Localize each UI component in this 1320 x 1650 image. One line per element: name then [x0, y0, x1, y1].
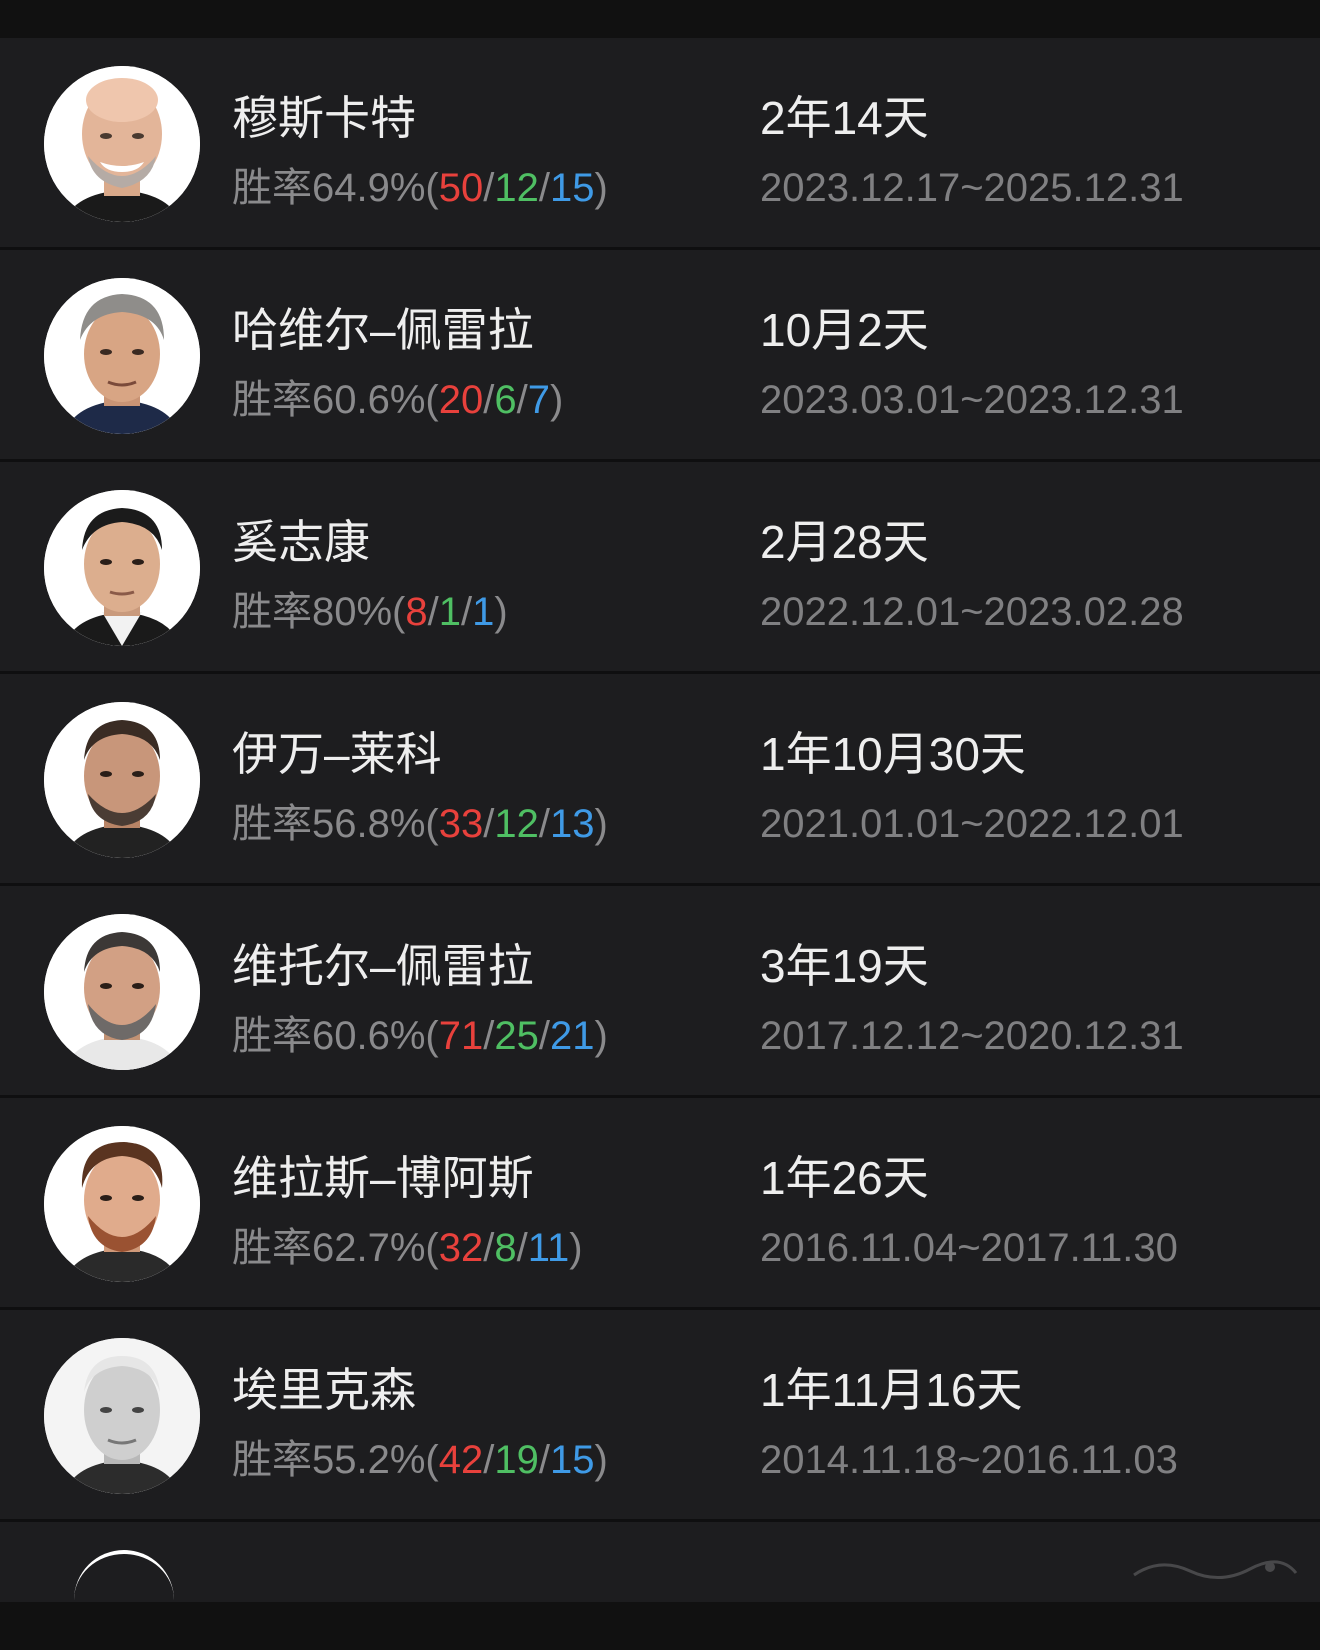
coach-portrait-bald-icon	[44, 66, 200, 222]
draws-count: 1	[438, 590, 462, 634]
coach-avatar	[44, 490, 200, 646]
losses-count: 7	[527, 378, 550, 422]
coach-win-rate: 胜率56.8%(33/12/13)	[232, 802, 608, 846]
coach-avatar-partial	[74, 1550, 174, 1650]
win-rate-close: )	[594, 1014, 608, 1058]
coach-row-partial[interactable]	[0, 1522, 1320, 1602]
draws-count: 25	[494, 1014, 539, 1058]
win-rate-label: 胜率64.9%(	[232, 166, 439, 210]
coach-avatar	[44, 1338, 200, 1494]
win-rate-close: )	[594, 1438, 608, 1482]
coach-name: 埃里克森	[232, 1364, 416, 1416]
coach-dates: 2023.12.17~2025.12.31	[760, 166, 1184, 210]
wins-count: 71	[438, 1014, 484, 1058]
wins-count: 50	[438, 166, 484, 210]
draws-count: 6	[494, 378, 517, 422]
coach-tenure: 3年19天	[760, 940, 929, 992]
coach-row[interactable]: 奚志康 胜率80%(8/1/1) 2月28天 2022.12.01~2023.0…	[0, 462, 1320, 674]
win-rate-close: )	[594, 166, 608, 210]
coach-name: 维拉斯–博阿斯	[232, 1152, 534, 1204]
coach-win-rate: 胜率60.6%(20/6/7)	[232, 378, 564, 422]
win-rate-close: )	[594, 802, 608, 846]
coach-dates: 2014.11.18~2016.11.03	[760, 1438, 1178, 1482]
coach-row[interactable]: 维托尔–佩雷拉 胜率60.6%(71/25/21) 3年19天 2017.12.…	[0, 886, 1320, 1098]
draws-count: 8	[494, 1226, 517, 1270]
losses-count: 21	[550, 1014, 595, 1058]
win-rate-label: 胜率56.8%(	[232, 802, 439, 846]
win-rate-label: 胜率60.6%(	[232, 1014, 439, 1058]
draws-count: 12	[494, 166, 539, 210]
coach-name: 奚志康	[232, 516, 370, 568]
win-rate-label: 胜率55.2%(	[232, 1438, 439, 1482]
coach-tenure: 10月2天	[760, 304, 929, 356]
wins-count: 8	[405, 590, 428, 634]
coach-win-rate: 胜率62.7%(32/8/11)	[232, 1226, 583, 1270]
coach-dates: 2021.01.01~2022.12.01	[760, 802, 1184, 846]
coach-win-rate: 胜率80%(8/1/1)	[232, 590, 508, 634]
coach-avatar	[44, 278, 200, 434]
coach-win-rate: 胜率64.9%(50/12/15)	[232, 166, 608, 210]
coach-portrait-red-beard-icon	[44, 1126, 200, 1282]
coach-name: 伊万–莱科	[232, 728, 442, 780]
coach-portrait-gray-beard-icon	[44, 914, 200, 1070]
losses-count: 1	[472, 590, 495, 634]
watermark-icon	[1133, 1560, 1298, 1580]
coach-tenure: 1年26天	[760, 1152, 929, 1204]
losses-count: 13	[550, 802, 595, 846]
draws-count: 12	[494, 802, 539, 846]
coach-avatar	[44, 66, 200, 222]
wins-count: 42	[438, 1438, 484, 1482]
wins-count: 32	[438, 1226, 484, 1270]
win-rate-close: )	[569, 1226, 583, 1270]
win-rate-label: 胜率62.7%(	[232, 1226, 439, 1270]
coach-portrait-grayscale-icon	[44, 1338, 200, 1494]
coach-row[interactable]: 维拉斯–博阿斯 胜率62.7%(32/8/11) 1年26天 2016.11.0…	[0, 1098, 1320, 1310]
coach-row[interactable]: 哈维尔–佩雷拉 胜率60.6%(20/6/7) 10月2天 2023.03.01…	[0, 250, 1320, 462]
coach-portrait-beard-icon	[44, 702, 200, 858]
coach-tenure: 1年10月30天	[760, 728, 1026, 780]
coach-row[interactable]: 穆斯卡特 胜率64.9%(50/12/15) 2年14天 2023.12.17~…	[0, 38, 1320, 250]
draws-count: 19	[494, 1438, 539, 1482]
coach-list: 穆斯卡特 胜率64.9%(50/12/15) 2年14天 2023.12.17~…	[0, 38, 1320, 1602]
coach-row[interactable]: 埃里克森 胜率55.2%(42/19/15) 1年11月16天 2014.11.…	[0, 1310, 1320, 1522]
coach-dates: 2023.03.01~2023.12.31	[760, 378, 1184, 422]
coach-tenure: 2年14天	[760, 92, 929, 144]
losses-count: 11	[527, 1226, 570, 1270]
win-rate-label: 胜率80%(	[232, 590, 406, 634]
coach-dates: 2017.12.12~2020.12.31	[760, 1014, 1184, 1058]
losses-count: 15	[550, 166, 595, 210]
losses-count: 15	[550, 1438, 595, 1482]
coach-dates: 2022.12.01~2023.02.28	[760, 590, 1184, 634]
coach-name: 维托尔–佩雷拉	[232, 940, 534, 992]
coach-name: 哈维尔–佩雷拉	[232, 304, 534, 356]
coach-avatar	[44, 702, 200, 858]
wins-count: 20	[438, 378, 484, 422]
coach-win-rate: 胜率60.6%(71/25/21)	[232, 1014, 608, 1058]
coach-tenure: 2月28天	[760, 516, 929, 568]
coach-name: 穆斯卡特	[232, 92, 416, 144]
coach-portrait-dark-hair-icon	[44, 490, 200, 646]
win-rate-label: 胜率60.6%(	[232, 378, 439, 422]
win-rate-close: )	[550, 378, 564, 422]
coach-tenure: 1年11月16天	[760, 1364, 1023, 1416]
win-rate-close: )	[494, 590, 508, 634]
wins-count: 33	[438, 802, 484, 846]
coach-dates: 2016.11.04~2017.11.30	[760, 1226, 1178, 1270]
coach-portrait-gray-hair-icon	[44, 278, 200, 434]
coach-avatar	[44, 1126, 200, 1282]
top-status-strip	[0, 0, 1320, 38]
coach-win-rate: 胜率55.2%(42/19/15)	[232, 1438, 608, 1482]
coach-avatar	[44, 914, 200, 1070]
coach-row[interactable]: 伊万–莱科 胜率56.8%(33/12/13) 1年10月30天 2021.01…	[0, 674, 1320, 886]
